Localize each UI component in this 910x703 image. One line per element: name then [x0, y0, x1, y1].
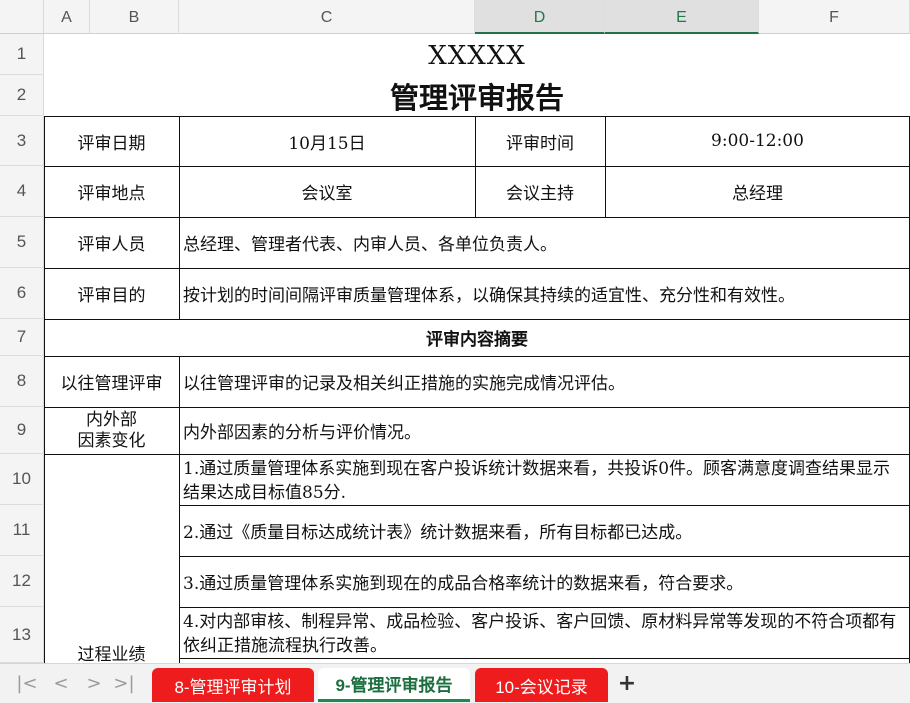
table-border [44, 166, 910, 167]
table-border [179, 556, 910, 557]
row-header-3[interactable]: 3 [0, 116, 44, 166]
row-header-13[interactable]: 13 [0, 607, 44, 663]
row-header-7[interactable]: 7 [0, 319, 44, 356]
factors-label-line1: 内外部 [86, 409, 137, 430]
time-label[interactable]: 评审时间 [475, 116, 605, 166]
factors-label[interactable]: 内外部 因素变化 [44, 407, 179, 454]
row-header-10[interactable]: 10 [0, 454, 44, 505]
report-title[interactable]: 管理评审报告 [44, 75, 910, 116]
process-label-text: 过程业绩 [77, 645, 146, 663]
place-label[interactable]: 评审地点 [44, 166, 179, 217]
column-header-bar: A B C D E F [0, 0, 910, 34]
col-header-b[interactable]: B [90, 0, 179, 34]
table-border [44, 407, 910, 408]
table-border [44, 116, 45, 663]
tab-9-review-report[interactable]: 9-管理评审报告 [318, 668, 470, 702]
people-value[interactable]: 总经理、管理者代表、内审人员、各单位负责人。 [179, 217, 910, 268]
row-header-12[interactable]: 12 [0, 556, 44, 607]
table-border [475, 116, 476, 217]
table-border [44, 217, 910, 218]
col-header-f[interactable]: F [759, 0, 910, 34]
purpose-value[interactable]: 按计划的时间间隔评审质量管理体系，以确保其持续的适宜性、充分性和有效性。 [179, 268, 910, 319]
previous-review-value[interactable]: 以往管理评审的记录及相关纠正措施的实施完成情况评估。 [179, 356, 910, 407]
col-header-d[interactable]: D [475, 0, 605, 34]
table-border [44, 454, 910, 455]
host-value[interactable]: 总经理 [605, 166, 910, 217]
row-header-4[interactable]: 4 [0, 166, 44, 217]
table-border [179, 356, 180, 663]
time-value[interactable]: 9:00-12:00 [605, 116, 910, 166]
table-border [179, 505, 910, 506]
previous-review-label[interactable]: 以往管理评审 [44, 356, 179, 407]
date-value[interactable]: 10月15日 [179, 116, 475, 166]
factors-value[interactable]: 内外部因素的分析与评价情况。 [179, 407, 910, 454]
next-sheet-button[interactable]: > [83, 672, 105, 696]
select-all-corner[interactable] [0, 0, 44, 34]
table-border [179, 658, 910, 659]
row-header-11[interactable]: 11 [0, 505, 44, 556]
col-header-e[interactable]: E [605, 0, 759, 34]
prev-sheet-button[interactable]: < [50, 672, 72, 696]
date-label[interactable]: 评审日期 [44, 116, 179, 166]
people-label[interactable]: 评审人员 [44, 217, 179, 268]
row-header-1[interactable]: 1 [0, 34, 44, 75]
row-header-5[interactable]: 5 [0, 217, 44, 268]
table-border [44, 356, 910, 357]
row-header-2[interactable]: 2 [0, 75, 44, 116]
company-title[interactable]: XXXXX [44, 36, 910, 75]
tab-8-review-plan[interactable]: 8-管理评审计划 [152, 668, 314, 702]
row-header-6[interactable]: 6 [0, 268, 44, 319]
process-item-4[interactable]: 4.对内部审核、制程异常、成品检验、客户投诉、客户回馈、原材料异常等发现的不符合… [179, 607, 910, 658]
table-border [44, 319, 910, 320]
add-sheet-button[interactable]: + [615, 672, 639, 696]
process-item-1[interactable]: 1.通过质量管理体系实施到现在客户投诉统计数据来看，共投诉0件。顾客满意度调查结… [179, 454, 910, 505]
last-sheet-button[interactable]: >| [113, 672, 135, 696]
table-border [179, 116, 180, 319]
host-label[interactable]: 会议主持 [475, 166, 605, 217]
col-header-a[interactable]: A [44, 0, 90, 34]
tab-10-meeting-minutes[interactable]: 10-会议记录 [475, 668, 608, 702]
process-item-2[interactable]: 2.通过《质量目标达成统计表》统计数据来看，所有目标都已达成。 [179, 505, 910, 556]
sheet-tab-bar: |< < > >| 8-管理评审计划 9-管理评审报告 10-会议记录 + [0, 663, 910, 703]
summary-heading[interactable]: 评审内容摘要 [44, 319, 910, 356]
row-header-8[interactable]: 8 [0, 356, 44, 407]
place-value[interactable]: 会议室 [179, 166, 475, 217]
first-sheet-button[interactable]: |< [16, 672, 38, 696]
purpose-label[interactable]: 评审目的 [44, 268, 179, 319]
process-performance-label[interactable]: 过程业绩 [44, 454, 179, 663]
factors-label-line2: 因素变化 [77, 430, 146, 451]
col-header-c[interactable]: C [179, 0, 475, 34]
table-border [44, 116, 910, 117]
process-item-3[interactable]: 3.通过质量管理体系实施到现在的成品合格率统计的数据来看，符合要求。 [179, 556, 910, 607]
row-header-9[interactable]: 9 [0, 407, 44, 454]
table-border [179, 607, 910, 608]
table-border [44, 268, 910, 269]
table-border [605, 116, 606, 217]
